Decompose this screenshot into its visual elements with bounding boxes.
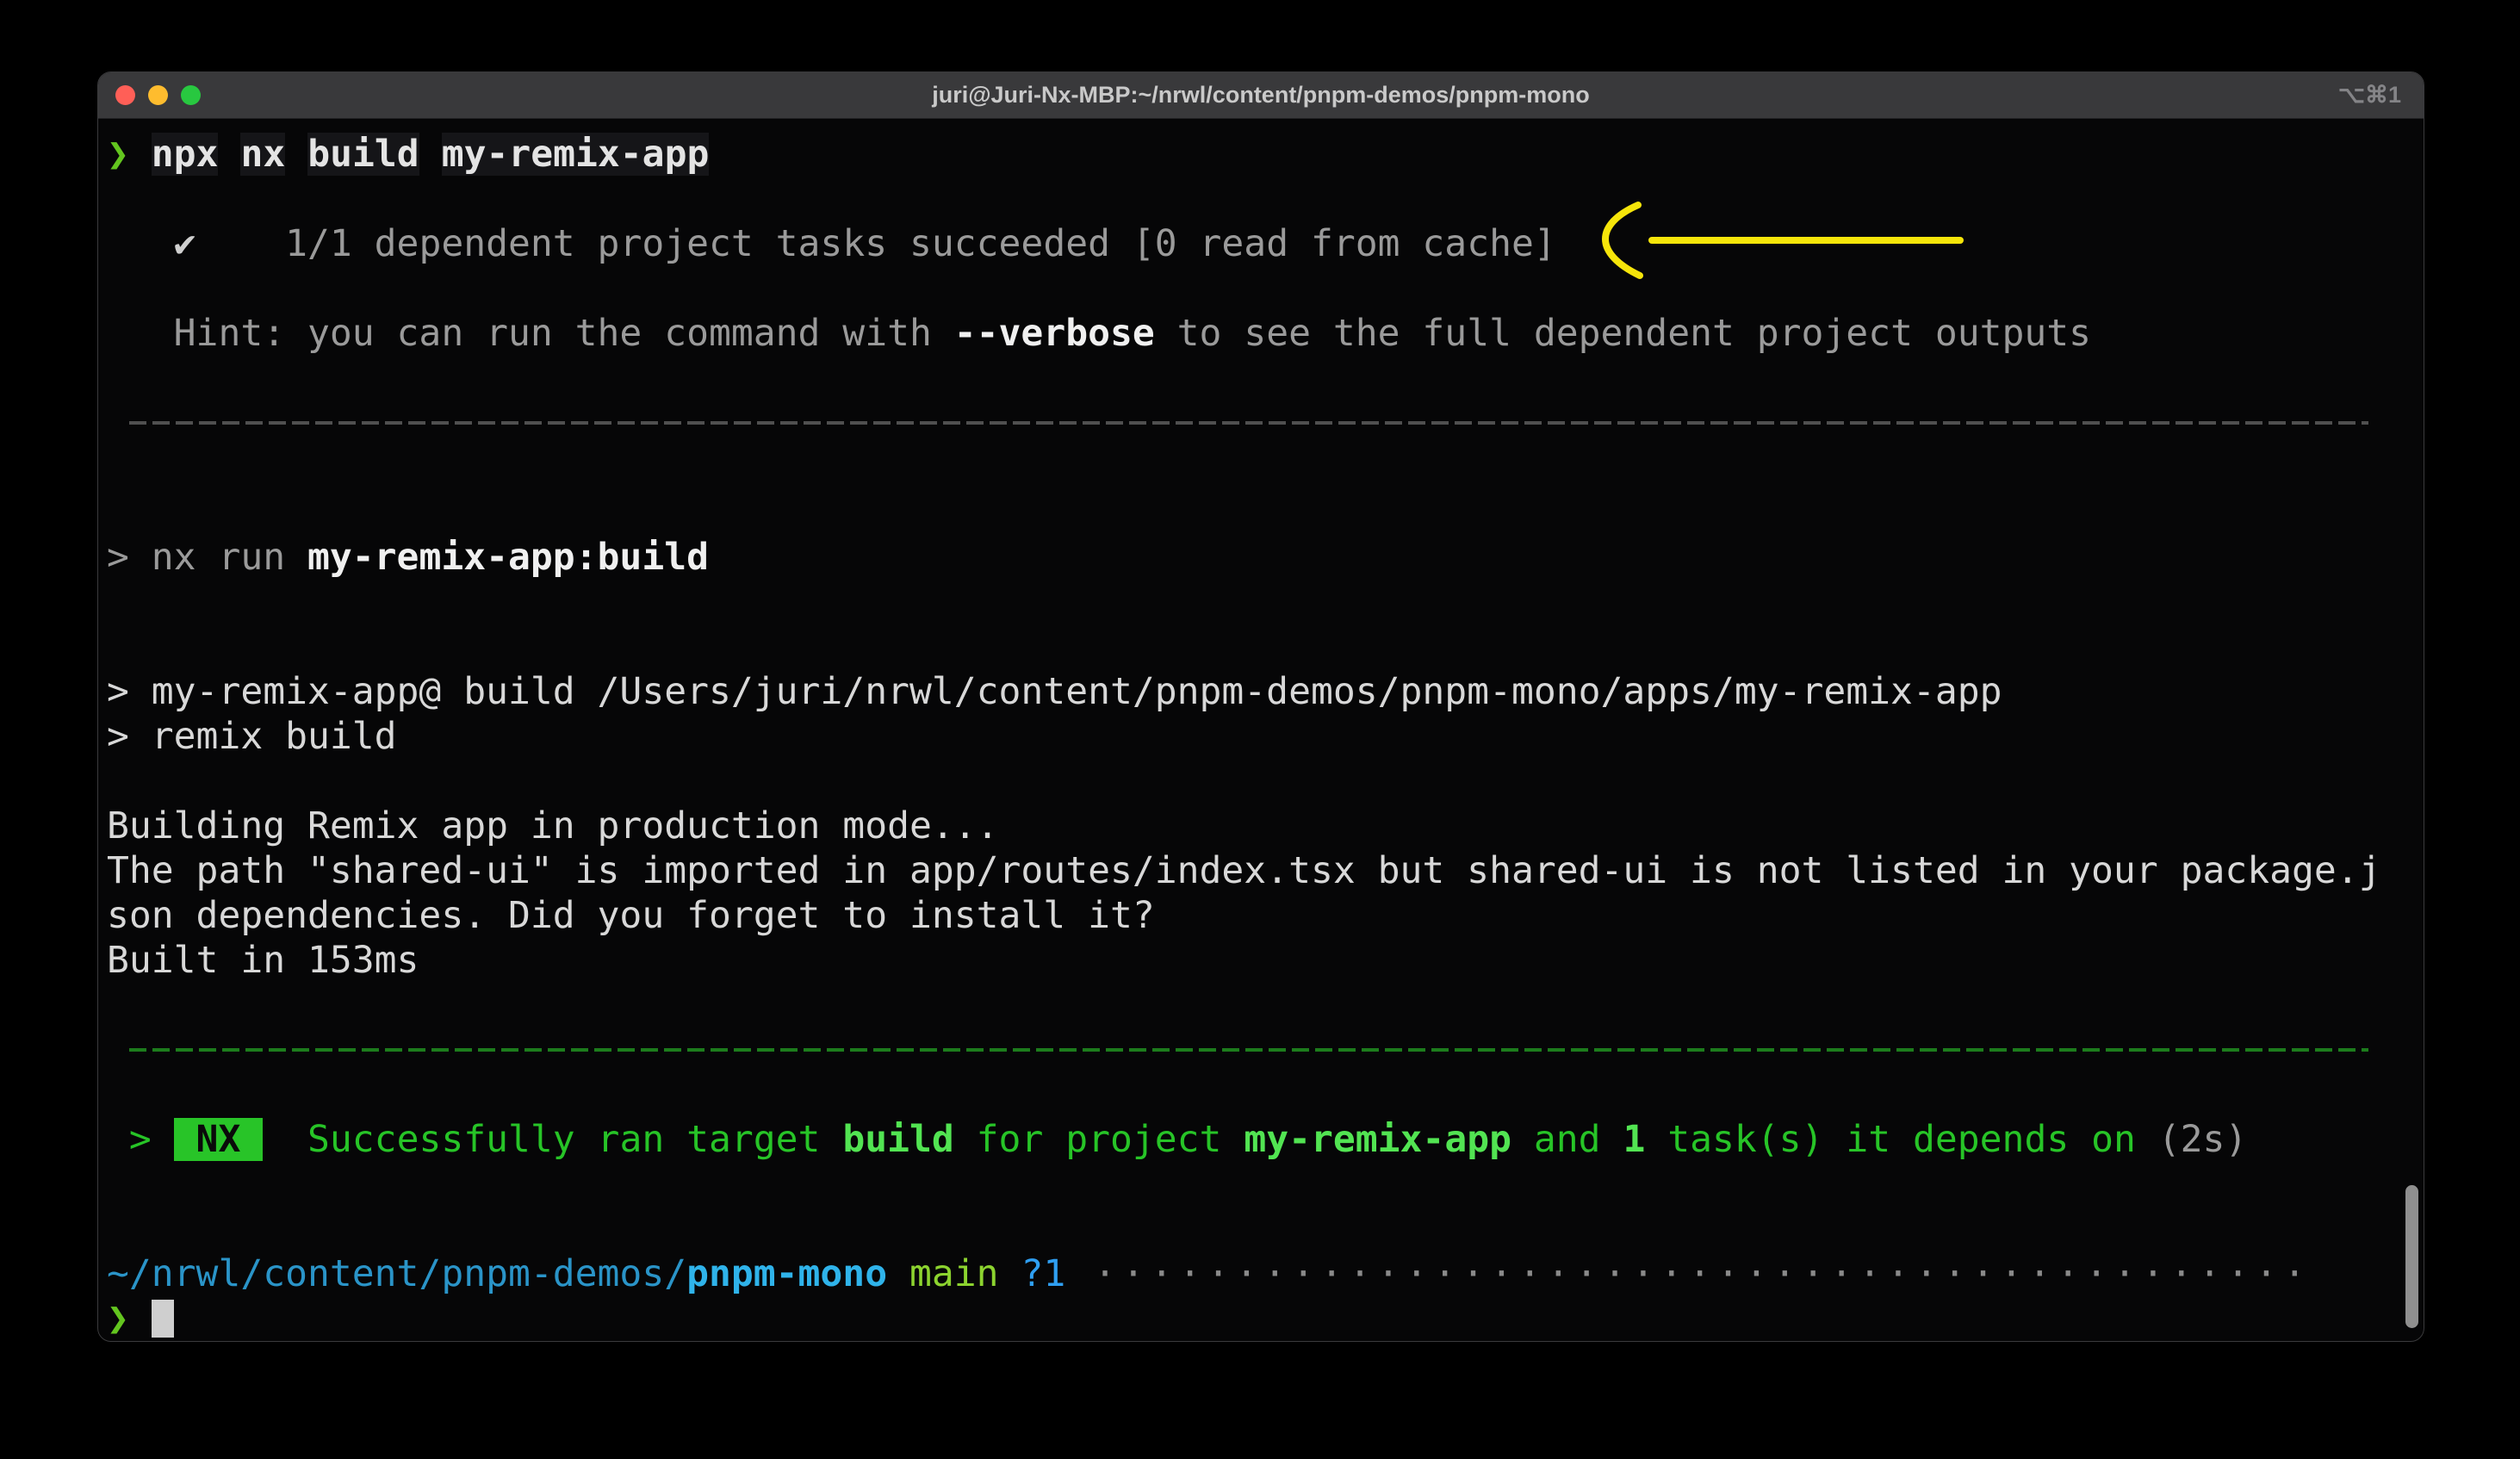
titlebar[interactable]: juri@Juri-Nx-MBP:~/nrwl/content/pnpm-dem…: [98, 72, 2424, 119]
nx-run-target: my-remix-app:build: [307, 536, 709, 579]
command-word: build: [307, 133, 419, 176]
command-word: npx: [152, 133, 219, 176]
shell-prompt-line: ~/nrwl/content/pnpm-demos/pnpm-mono main…: [107, 1251, 2415, 1296]
section-divider: [107, 400, 2415, 445]
close-button[interactable]: [115, 85, 135, 105]
cwd-dir: pnpm-mono: [686, 1252, 887, 1295]
nx-badge: NX: [174, 1118, 264, 1161]
terminal-window: juri@Juri-Nx-MBP:~/nrwl/content/pnpm-dem…: [97, 71, 2424, 1342]
success-target: build: [842, 1118, 953, 1161]
success-text: task(s) it depends on: [1645, 1118, 2157, 1161]
prompt-symbol: ❯: [107, 1297, 129, 1340]
success-divider: [107, 1028, 2415, 1072]
cwd-path: ~/nrwl/content/pnpm-demos/: [107, 1252, 686, 1295]
zoom-button[interactable]: [181, 85, 201, 105]
window-title: juri@Juri-Nx-MBP:~/nrwl/content/pnpm-dem…: [98, 82, 2424, 109]
hint-text: Hint: you can run the command with: [107, 312, 954, 355]
nx-run-prefix: > nx run: [107, 536, 307, 579]
terminal-cursor: [152, 1300, 174, 1338]
verbose-flag: --verbose: [954, 312, 1155, 355]
success-text: Successfully ran target: [263, 1118, 842, 1161]
success-duration: (2s): [2158, 1118, 2248, 1161]
success-project: my-remix-app: [1244, 1118, 1511, 1161]
command-line: ❯ npxnxbuild my-remix-app: [107, 132, 2415, 177]
success-text: and: [1511, 1118, 1623, 1161]
tab-shortcut-badge: ⌥⌘1: [2338, 82, 2401, 109]
success-task-count: 1: [1623, 1118, 1645, 1161]
checkmark-icon: ✔: [107, 222, 196, 265]
success-text: for project: [954, 1118, 1244, 1161]
nx-run-line: > nx run my-remix-app:build: [107, 535, 2415, 580]
prompt-fill-dots: ········································…: [1065, 1252, 2312, 1295]
scrollbar-thumb[interactable]: [2405, 1185, 2418, 1328]
build-output-line: son dependencies. Did you forget to inst…: [107, 893, 2415, 938]
minimize-button[interactable]: [148, 85, 168, 105]
command-word: nx: [240, 133, 285, 176]
command-word: my-remix-app: [442, 133, 710, 176]
build-output-line: Building Remix app in production mode...: [107, 804, 2415, 848]
prompt-symbol: ❯: [107, 133, 129, 176]
build-output-line: Built in 153ms: [107, 938, 2415, 983]
input-line[interactable]: ❯: [107, 1296, 2415, 1341]
task-summary-text: 1/1 dependent project tasks succeeded [0…: [196, 222, 1556, 265]
task-summary-line: ✔ 1/1 dependent project tasks succeeded …: [107, 221, 2415, 266]
traffic-lights: [115, 85, 201, 105]
success-chevron: >: [107, 1118, 174, 1161]
build-output-line: The path "shared-ui" is imported in app/…: [107, 848, 2415, 893]
terminal-content[interactable]: ❯ npxnxbuildmy-remix-app ✔ 1/1 dependent…: [98, 119, 2424, 1341]
remix-build-line: > remix build: [107, 714, 2415, 759]
git-branch: main: [887, 1252, 1021, 1295]
pkg-script-line: > my-remix-app@ build /Users/juri/nrwl/c…: [107, 669, 2415, 714]
success-line: > NX Successfully ran target build for p…: [107, 1117, 2415, 1162]
git-status: ?1: [1021, 1252, 1065, 1295]
hint-text: to see the full dependent project output…: [1155, 312, 2091, 355]
hint-line: Hint: you can run the command with --ver…: [107, 311, 2415, 356]
